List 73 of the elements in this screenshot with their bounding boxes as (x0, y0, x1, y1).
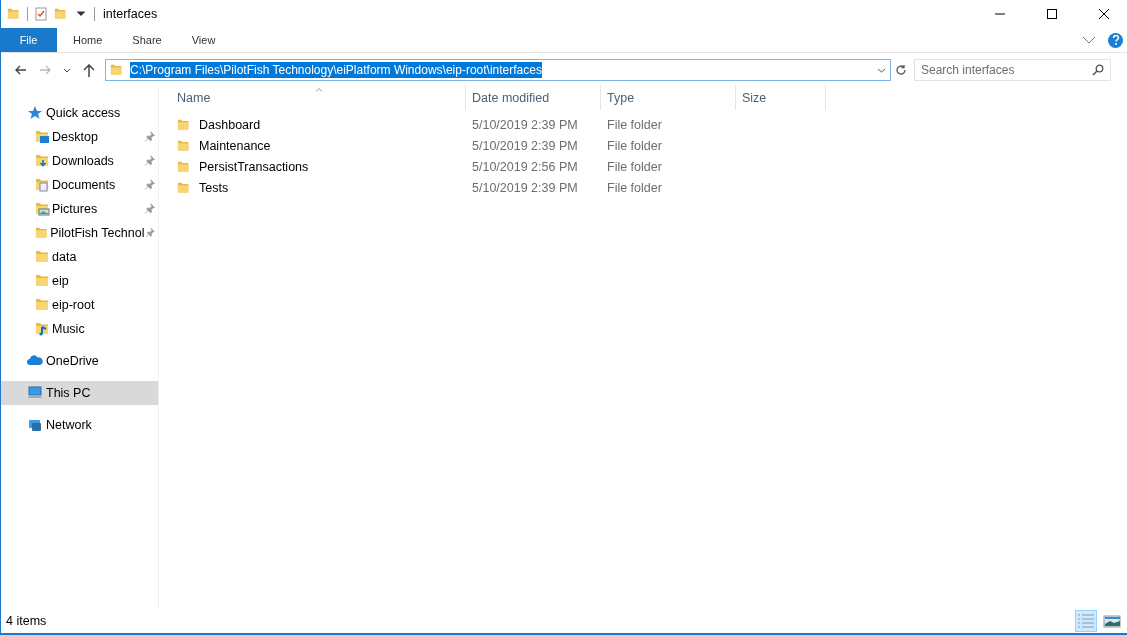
sidebar-item[interactable]: Quick access (1, 101, 158, 125)
documents-folder-icon (35, 177, 51, 193)
star-icon (27, 105, 43, 121)
downloads-folder-icon (35, 153, 51, 169)
search-icon (1092, 64, 1104, 76)
folder-icon (35, 249, 51, 265)
sidebar-item[interactable]: eip-root (1, 293, 158, 317)
music-folder-icon (35, 321, 51, 337)
expand-ribbon-icon[interactable] (1082, 36, 1096, 44)
folder-icon (177, 159, 191, 174)
address-path: C:\Program Files\PilotFish Technology\eiPlatform Windows\eip-root\interfaces (130, 62, 542, 78)
ribbon-tab[interactable]: View (177, 28, 230, 52)
file-name[interactable]: PersistTransactions (199, 159, 309, 174)
sidebar-item[interactable]: This PC (1, 381, 158, 405)
sidebar-item[interactable]: PilotFish Technol (1, 221, 158, 245)
caret-icon (77, 11, 85, 17)
date-modified-cell-text: 5/10/2019 2:56 PM (471, 159, 579, 174)
sidebar-item[interactable]: eip (1, 269, 158, 293)
refresh-icon[interactable] (895, 64, 907, 76)
column-header[interactable]: Size (736, 85, 826, 110)
ribbon-tab[interactable]: Home (59, 28, 117, 52)
window-title: interfaces (103, 7, 158, 21)
sidebar-item[interactable]: data (1, 245, 158, 269)
type-cell-text: File folder (606, 159, 663, 174)
column-header[interactable]: Date modified (466, 85, 601, 110)
sidebar-item[interactable]: Music (1, 317, 158, 341)
file-menu-tab[interactable]: File (1, 28, 57, 52)
date-modified-cell-text: 5/10/2019 2:39 PM (471, 138, 579, 153)
help-button[interactable] (1108, 32, 1123, 48)
network-icon (27, 417, 43, 433)
file-name[interactable]: Dashboard (199, 117, 261, 132)
sidebar-item[interactable]: OneDrive (1, 349, 158, 373)
date-modified-cell-text: 5/10/2019 2:39 PM (471, 117, 579, 132)
folder-icon (7, 7, 21, 21)
recent-locations-chevron-icon[interactable] (63, 67, 71, 73)
folder-icon (110, 63, 124, 77)
pin-icon[interactable] (144, 131, 156, 143)
type-cell-text: File folder (606, 117, 663, 132)
address-field[interactable]: C:\Program Files\PilotFish Technology\eiPlatform Windows\eip-root\interfaces (105, 59, 891, 81)
sidebar-item[interactable]: Downloads (1, 149, 158, 173)
up-arrow-icon[interactable] (83, 63, 95, 77)
column-header[interactable]: Name (171, 85, 466, 110)
folder-icon (177, 138, 191, 153)
sidebar-item[interactable]: Desktop (1, 125, 158, 149)
date-modified-cell-text: 5/10/2019 2:39 PM (471, 180, 579, 195)
type-cell-text: File folder (606, 138, 663, 153)
pin-icon[interactable] (145, 227, 156, 239)
pin-icon[interactable] (144, 179, 156, 191)
ribbon-tab[interactable]: Share (118, 28, 176, 52)
checkmark-document-icon[interactable] (34, 7, 48, 21)
type-cell-text: File folder (606, 180, 663, 195)
desktop-folder-icon (35, 129, 51, 145)
pin-icon[interactable] (144, 155, 156, 167)
close-icon (1098, 8, 1110, 20)
column-header[interactable]: Type (601, 85, 736, 110)
sort-ascending-icon (315, 87, 323, 92)
back-arrow-icon[interactable] (15, 65, 27, 75)
folder-icon (177, 180, 191, 195)
sidebar-item[interactable]: Documents (1, 173, 158, 197)
computer-icon (27, 385, 43, 401)
maximize-icon (1046, 8, 1058, 20)
pin-icon[interactable] (144, 203, 156, 215)
chevron-down-icon[interactable] (877, 67, 886, 73)
pictures-folder-icon (35, 201, 51, 217)
file-name[interactable]: Maintenance (199, 138, 271, 153)
sidebar-item[interactable]: Pictures (1, 197, 158, 221)
file-name[interactable]: Tests (199, 180, 229, 195)
sidebar-item[interactable]: Network (1, 413, 158, 437)
folder-icon (35, 273, 51, 289)
search-field[interactable]: Search interfaces (914, 59, 1111, 81)
folder-icon (177, 117, 191, 132)
folder-icon (35, 297, 51, 313)
status-text: 4 items (6, 614, 47, 628)
